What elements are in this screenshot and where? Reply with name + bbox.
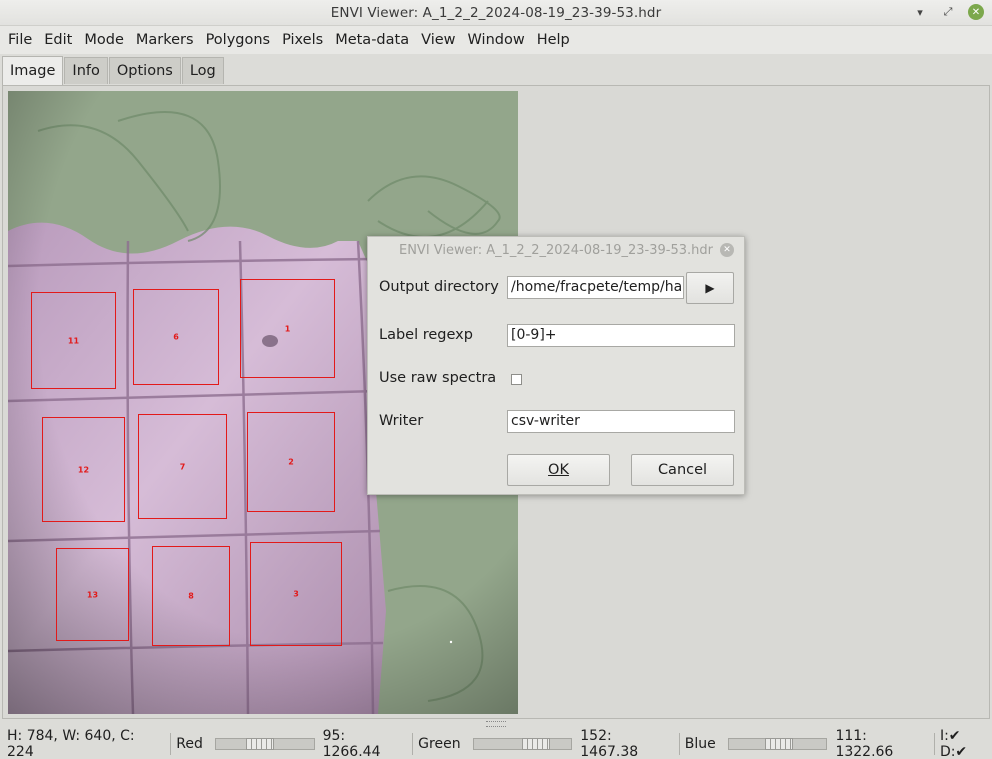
region-label: 13 xyxy=(86,590,99,599)
tab-image[interactable]: Image xyxy=(2,56,64,85)
green-channel-slider[interactable] xyxy=(472,738,573,750)
dialog-title-bar: ENVI Viewer: A_1_2_2_2024-08-19_23-39-53… xyxy=(368,237,744,264)
annotation-region[interactable]: 13 xyxy=(56,548,129,641)
region-label: 7 xyxy=(179,462,186,471)
cancel-button[interactable]: Cancel xyxy=(631,454,734,486)
dialog-close-icon[interactable]: ✕ xyxy=(720,243,734,257)
blue-channel-value: 111: 1322.66 xyxy=(835,728,894,759)
separator xyxy=(412,733,414,755)
red-channel-label: Red xyxy=(176,736,203,752)
annotation-region[interactable]: 12 xyxy=(42,417,125,522)
ok-button[interactable]: OK xyxy=(507,454,610,486)
slider-thumb[interactable] xyxy=(521,738,550,750)
menu-bar: File Edit Mode Markers Polygons Pixels M… xyxy=(0,26,992,54)
menu-help[interactable]: Help xyxy=(531,26,576,54)
separator xyxy=(933,733,935,755)
red-channel-slider[interactable] xyxy=(214,738,315,750)
use-raw-spectra-checkbox[interactable] xyxy=(511,374,522,385)
blue-channel-label: Blue xyxy=(684,736,716,752)
annotation-region[interactable]: 6 xyxy=(133,289,219,385)
slider-thumb[interactable] xyxy=(764,738,793,750)
tab-info[interactable]: Info xyxy=(64,57,108,84)
writer-label: Writer xyxy=(379,413,424,429)
annotation-region[interactable]: 2 xyxy=(247,412,335,512)
dialog-title: ENVI Viewer: A_1_2_2_2024-08-19_23-39-53… xyxy=(398,243,713,258)
red-channel-value: 95: 1266.44 xyxy=(322,728,381,759)
annotation-region[interactable]: 8 xyxy=(152,546,230,646)
menu-window[interactable]: Window xyxy=(462,26,531,54)
image-speck xyxy=(449,640,453,644)
menu-view[interactable]: View xyxy=(415,26,461,54)
menu-pixels[interactable]: Pixels xyxy=(276,26,329,54)
image-dimensions: H: 784, W: 640, C: 224 xyxy=(7,728,135,759)
browse-button[interactable]: ▶ xyxy=(686,272,734,304)
maximize-icon[interactable]: ⤢ xyxy=(940,4,956,20)
region-label: 12 xyxy=(77,465,90,474)
menu-edit[interactable]: Edit xyxy=(38,26,78,54)
menu-file[interactable]: File xyxy=(2,26,38,54)
window-title: ENVI Viewer: A_1_2_2_2024-08-19_23-39-53… xyxy=(330,4,662,21)
label-regexp-label: Label regexp xyxy=(379,327,473,343)
blue-channel-slider[interactable] xyxy=(727,738,828,750)
tab-bar: Image Info Options Log xyxy=(0,56,225,85)
menu-meta-data[interactable]: Meta-data xyxy=(329,26,415,54)
tab-log[interactable]: Log xyxy=(181,57,224,84)
status-bar: H: 784, W: 640, C: 224 Red 95: 1266.44 G… xyxy=(0,728,992,759)
splitter-handle[interactable] xyxy=(486,721,506,727)
annotation-region[interactable]: 3 xyxy=(250,542,342,646)
annotation-region[interactable]: 11 xyxy=(31,292,116,389)
window-controls: ▾ ⤢ ✕ xyxy=(912,4,984,20)
green-channel-value: 152: 1467.38 xyxy=(580,728,639,759)
cancel-button-label: Cancel xyxy=(657,462,708,478)
region-label: 1 xyxy=(284,324,291,333)
region-label: 11 xyxy=(67,336,80,345)
annotation-region[interactable]: 1 xyxy=(240,279,335,378)
tab-options[interactable]: Options xyxy=(108,57,181,84)
close-icon[interactable]: ✕ xyxy=(968,4,984,20)
region-label: 2 xyxy=(288,457,294,467)
annotation-region[interactable]: 7 xyxy=(138,414,227,519)
title-bar: ENVI Viewer: A_1_2_2_2024-08-19_23-39-53… xyxy=(0,0,992,26)
use-raw-spectra-label: Use raw spectra xyxy=(379,370,497,386)
output-directory-label: Output directory xyxy=(379,279,499,295)
minimize-icon[interactable]: ▾ xyxy=(912,4,928,20)
output-directory-field[interactable]: /home/fracpete/temp/happ xyxy=(507,276,684,299)
status-flags: I:✔ D:✔ xyxy=(939,728,968,759)
region-label: 6 xyxy=(173,332,179,342)
green-channel-label: Green xyxy=(418,736,461,752)
separator xyxy=(170,733,172,755)
slider-thumb[interactable] xyxy=(245,738,274,750)
region-label: 8 xyxy=(188,591,194,601)
separator xyxy=(678,733,680,755)
region-label: 3 xyxy=(293,589,299,599)
ok-button-label: OK xyxy=(548,462,569,478)
menu-markers[interactable]: Markers xyxy=(130,26,200,54)
menu-polygons[interactable]: Polygons xyxy=(200,26,277,54)
export-dialog: ENVI Viewer: A_1_2_2_2024-08-19_23-39-53… xyxy=(367,236,745,495)
label-regexp-field[interactable]: [0-9]+ xyxy=(507,324,735,347)
writer-field[interactable]: csv-writer xyxy=(507,410,735,433)
menu-mode[interactable]: Mode xyxy=(78,26,130,54)
play-icon: ▶ xyxy=(705,281,715,295)
